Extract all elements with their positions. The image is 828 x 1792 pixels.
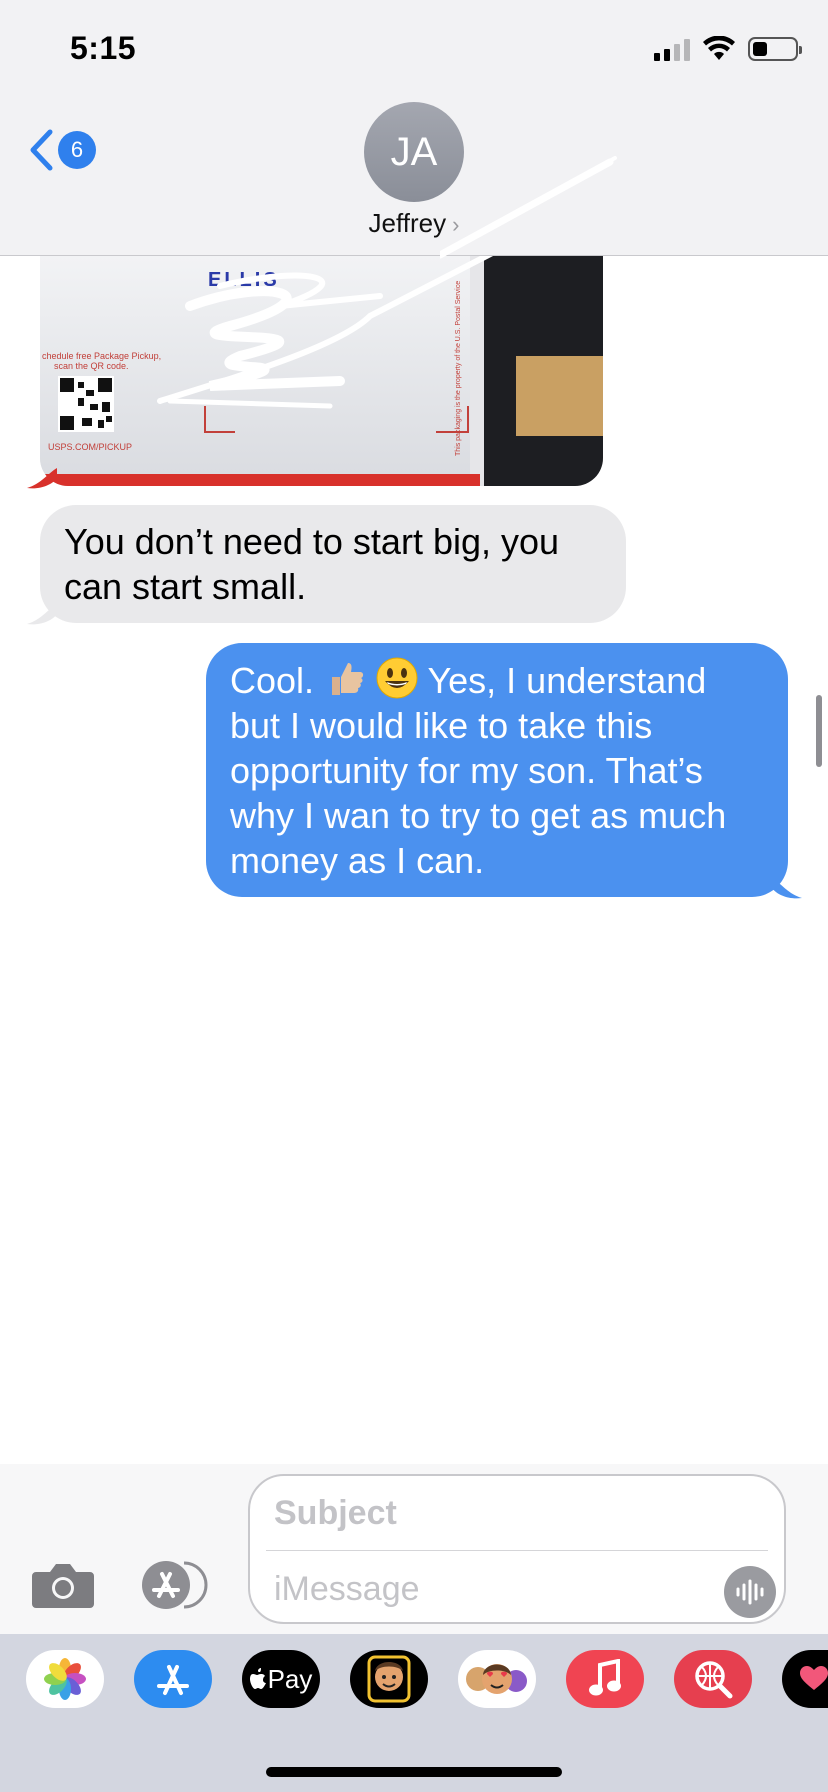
app-store-icon bbox=[142, 1561, 208, 1609]
photos-icon bbox=[44, 1658, 86, 1700]
status-icons bbox=[654, 36, 802, 62]
field-divider bbox=[266, 1550, 768, 1551]
imessage-field[interactable]: iMessage bbox=[274, 1570, 420, 1609]
bubble-tail bbox=[27, 604, 57, 625]
music-note-icon bbox=[589, 1659, 621, 1696]
scrollbar[interactable] bbox=[816, 695, 822, 767]
memoji-stickers-icon bbox=[466, 1664, 527, 1694]
apple-pay-label: Pay bbox=[267, 1663, 313, 1694]
conversation-header: 5:15 6 JA Jeffrey › bbox=[0, 0, 828, 256]
svg-text:USPS.COM/PICKUP: USPS.COM/PICKUP bbox=[48, 442, 132, 452]
apple-pay-button[interactable]: Pay bbox=[242, 1650, 320, 1708]
home-indicator[interactable] bbox=[266, 1767, 562, 1777]
audio-message-button[interactable] bbox=[724, 1566, 776, 1618]
photos-app-button[interactable] bbox=[26, 1650, 104, 1708]
app-store-app-button[interactable] bbox=[134, 1650, 212, 1708]
thumbs-up-icon bbox=[324, 657, 366, 699]
grinning-face-icon bbox=[376, 657, 418, 699]
app-store-icon bbox=[157, 1665, 189, 1695]
message-text-start: Cool. bbox=[230, 660, 315, 701]
apple-icon bbox=[249, 1668, 266, 1689]
memoji-stickers-button[interactable] bbox=[458, 1650, 536, 1708]
package-photo: chedule free Package Pickup, scan the QR… bbox=[40, 256, 603, 486]
unread-count-badge: 6 bbox=[58, 131, 96, 169]
message-text: You don’t need to start big, you can sta… bbox=[64, 521, 560, 607]
image-message[interactable]: chedule free Package Pickup, scan the QR… bbox=[40, 256, 603, 486]
app-store-button[interactable] bbox=[140, 1560, 212, 1615]
camera-button[interactable] bbox=[32, 1562, 94, 1613]
message-input-box[interactable]: Subject iMessage bbox=[248, 1474, 786, 1624]
digital-touch-button[interactable] bbox=[782, 1650, 828, 1708]
svg-text:This packaging is the property: This packaging is the property of the U.… bbox=[455, 281, 462, 456]
contact-name-button[interactable]: Jeffrey › bbox=[0, 208, 828, 239]
memoji-camera-button[interactable] bbox=[350, 1650, 428, 1708]
incoming-message[interactable]: You don’t need to start big, you can sta… bbox=[40, 505, 626, 623]
bubble-tail bbox=[772, 878, 802, 899]
cellular-signal-icon bbox=[654, 37, 690, 61]
memoji-icon bbox=[367, 1655, 411, 1703]
waveform-icon bbox=[736, 1579, 764, 1605]
camera-icon bbox=[32, 1564, 94, 1608]
svg-text:chedule free Package Pickup,: chedule free Package Pickup, bbox=[42, 351, 161, 361]
globe-search-icon bbox=[695, 1661, 733, 1699]
wifi-icon bbox=[703, 36, 735, 60]
music-app-button[interactable] bbox=[566, 1650, 644, 1708]
back-button[interactable]: 6 bbox=[28, 128, 96, 172]
contact-name: Jeffrey bbox=[368, 208, 447, 238]
outgoing-message[interactable]: Cool. Yes, I understand but I would like… bbox=[206, 643, 788, 897]
status-time: 5:15 bbox=[70, 30, 137, 66]
web-search-button[interactable] bbox=[674, 1650, 752, 1708]
subject-field[interactable]: Subject bbox=[274, 1494, 397, 1533]
qr-code bbox=[58, 376, 114, 432]
bubble-tail bbox=[27, 468, 57, 489]
battery-icon bbox=[748, 37, 802, 61]
redaction-scribble bbox=[440, 156, 617, 259]
chevron-left-icon bbox=[30, 129, 53, 171]
heart-icon bbox=[800, 1666, 828, 1690]
svg-text:scan the QR code.: scan the QR code. bbox=[54, 361, 129, 371]
message-composer: Subject iMessage bbox=[0, 1464, 828, 1634]
